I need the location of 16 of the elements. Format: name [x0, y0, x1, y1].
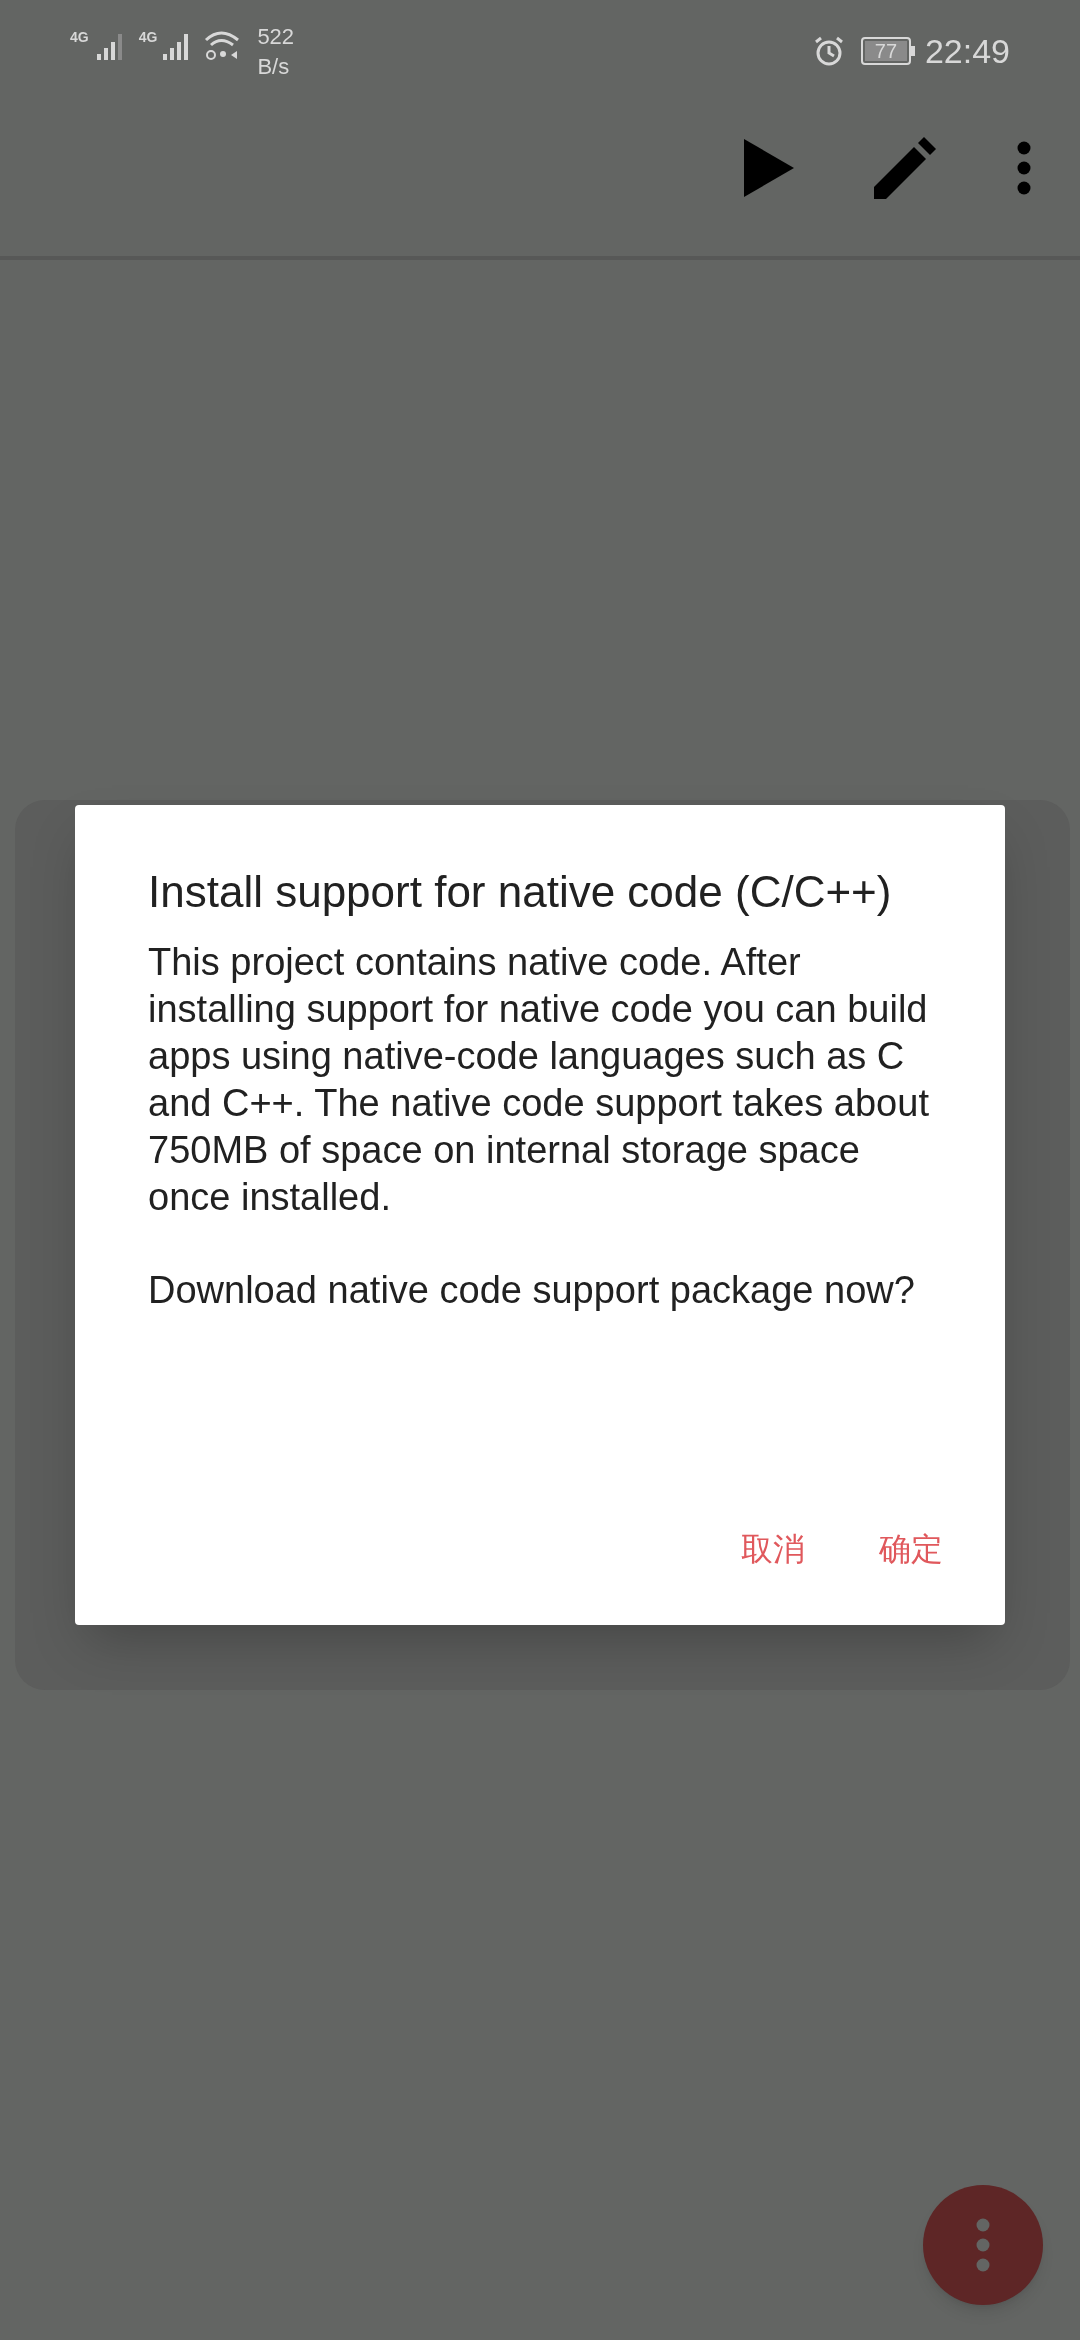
alarm-icon: [812, 35, 845, 67]
network-type: 4G: [70, 30, 89, 44]
network-speed-unit: B/s: [257, 53, 291, 81]
ok-button[interactable]: 确定: [877, 1533, 945, 1565]
dialog-message: Download native code support package now?: [148, 1268, 916, 1313]
dialog-message: This project contains native code. After installing support for native code you can build apps using native-code languages such as C and C++. The native code support takes about 750MB of space on internal storage space once installed.: [148, 940, 930, 1220]
cancel-button[interactable]: 取消: [739, 1533, 807, 1565]
edit-icon[interactable]: [874, 137, 936, 199]
play-icon[interactable]: [744, 139, 794, 197]
network-speed: 522: [257, 23, 295, 51]
battery-level: 77: [864, 41, 907, 61]
more-icon: [976, 2218, 990, 2272]
network-type: 4G: [138, 30, 158, 44]
more-icon[interactable]: [1016, 141, 1032, 195]
dialog-title: Install support for native code (C/C++): [148, 866, 893, 918]
clock: 22:49: [924, 34, 1010, 68]
